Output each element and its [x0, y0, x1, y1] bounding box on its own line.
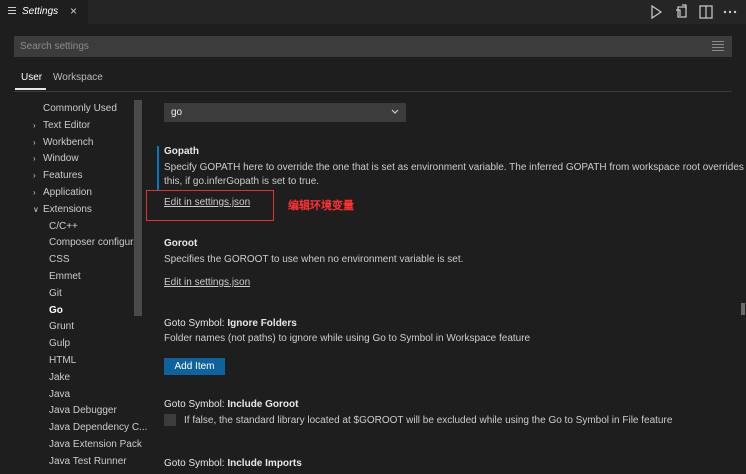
tab-title: Settings — [22, 6, 59, 17]
split-editor-icon[interactable] — [698, 4, 714, 20]
toc-item[interactable]: Go — [49, 304, 63, 318]
tab-workspace[interactable]: Workspace — [53, 72, 103, 83]
toc-item-label: Application — [43, 187, 92, 198]
chevron-right-icon: › — [33, 171, 36, 180]
toc-item[interactable]: Java Debugger — [49, 404, 117, 418]
setting-title: Ignore Folders — [227, 318, 297, 329]
toc-item-label: Extensions — [43, 204, 92, 215]
toc-item[interactable]: Composer configur... — [49, 236, 141, 250]
filter-list-icon[interactable] — [712, 41, 724, 52]
toc-item-label: Text Editor — [43, 120, 91, 131]
toc-item[interactable]: Java Extension Pack — [49, 438, 142, 452]
setting-include-imports: Goto Symbol: Include Imports — [164, 458, 302, 469]
setting-dropdown[interactable]: go — [164, 103, 406, 122]
toc-item[interactable]: Jake — [49, 371, 70, 385]
close-icon[interactable]: × — [70, 4, 77, 18]
setting-description-line2: this, if go.inferGopath is set to true. — [164, 176, 320, 187]
toc-item-label: Jake — [49, 372, 71, 383]
toc-item[interactable]: › Features — [33, 169, 82, 183]
setting-include-goroot: Goto Symbol: Include Goroot — [164, 399, 298, 410]
toc-item-label: Emmet — [49, 271, 81, 282]
toc-item-label: Java Test Runner — [49, 456, 127, 467]
toc-item-label: Go — [49, 305, 63, 316]
setting-category: Goto Symbol: — [164, 399, 228, 410]
active-tab-indicator — [15, 88, 46, 90]
toc-item[interactable]: › Text Editor — [33, 119, 90, 133]
toc-item[interactable]: Commonly Used — [43, 102, 117, 116]
toc-item[interactable]: HTML — [49, 354, 76, 368]
setting-description-line1: Specify GOPATH here to override the one … — [164, 162, 744, 173]
toc-item[interactable]: ∨ Extensions — [33, 203, 92, 217]
toc-item[interactable]: › Workbench — [33, 136, 93, 150]
toc-item[interactable]: Grunt — [49, 320, 74, 334]
settings-tab[interactable]: Settings × — [0, 0, 88, 24]
toc-item[interactable]: C/C++ — [49, 220, 78, 234]
toc-item-label: Composer configur... — [49, 237, 142, 248]
toc-item[interactable]: Java — [49, 388, 70, 402]
toc-item-label: Gulp — [49, 338, 71, 349]
setting-description: Specifies the GOROOT to use when no envi… — [164, 254, 464, 265]
setting-description: Folder names (not paths) to ignore while… — [164, 333, 531, 344]
setting-description: If false, the standard library located a… — [184, 415, 673, 426]
more-actions-icon[interactable] — [722, 4, 738, 20]
toc-item[interactable]: Emmet — [49, 270, 81, 284]
toc-item-label: HTML — [49, 355, 77, 366]
setting-ignore-folders: Goto Symbol: Ignore Folders Folder names… — [164, 318, 530, 346]
toc-item-label: Java Debugger — [49, 405, 117, 416]
search-input[interactable] — [14, 36, 694, 57]
chevron-down-icon: ∨ — [33, 205, 39, 214]
toc-item[interactable]: Java Test Runner — [49, 455, 127, 469]
setting-title: Gopath — [164, 146, 199, 157]
edit-in-settings-json-link[interactable]: Edit in settings.json — [164, 277, 463, 288]
divider — [14, 91, 732, 92]
toc-item-label: C/C++ — [49, 221, 78, 232]
toc-item-label: Git — [49, 288, 62, 299]
toc-item-label: Window — [43, 153, 79, 164]
toc-scrollbar[interactable] — [134, 100, 142, 316]
settings-list-icon — [8, 7, 16, 14]
editor-scrollbar-thumb[interactable] — [741, 303, 745, 315]
chevron-down-icon — [391, 109, 399, 114]
setting-title: Goroot — [164, 238, 198, 249]
toc-item-label: Java Extension Pack — [49, 439, 142, 450]
toc-item[interactable]: Gulp — [49, 337, 70, 351]
toc-item-label: Features — [43, 170, 83, 181]
toc-item[interactable]: › Application — [33, 186, 92, 200]
include-goroot-checkbox[interactable] — [164, 414, 176, 426]
open-json-icon[interactable] — [674, 4, 690, 20]
setting-goroot: Goroot Specifies the GOROOT to use when … — [164, 238, 463, 288]
toc-item-label: Grunt — [49, 321, 75, 332]
toc-item-label: Workbench — [43, 137, 94, 148]
setting-category: Goto Symbol: — [164, 318, 228, 329]
setting-title: Include Imports — [227, 458, 302, 469]
chevron-right-icon: › — [33, 121, 36, 130]
search-box — [14, 36, 732, 57]
focused-setting-indicator — [157, 146, 159, 190]
toc-item[interactable]: Git — [49, 287, 62, 301]
toc-item[interactable]: › Window — [33, 152, 79, 166]
add-item-button[interactable]: Add Item — [164, 358, 225, 375]
run-icon[interactable] — [648, 4, 664, 20]
highlight-box — [146, 190, 274, 221]
chevron-right-icon: › — [33, 154, 36, 163]
toc-item-label: CSS — [49, 254, 70, 265]
chevron-right-icon: › — [33, 188, 36, 197]
toc-item[interactable]: CSS — [49, 253, 70, 267]
toc-item-label: Commonly Used — [43, 103, 117, 114]
editor-tab-bar: Settings × — [0, 0, 746, 24]
toc-item-label: Java Dependency C... — [49, 422, 148, 433]
tab-user[interactable]: User — [21, 72, 42, 83]
setting-title: Include Goroot — [227, 399, 299, 410]
toc-item-label: Java — [49, 389, 71, 400]
toc-item[interactable]: Java Dependency C... — [49, 421, 147, 435]
annotation-label: 编辑环境变量 — [288, 200, 354, 212]
chevron-right-icon: › — [33, 138, 36, 147]
dropdown-value: go — [171, 107, 183, 118]
setting-category: Goto Symbol: — [164, 458, 228, 469]
